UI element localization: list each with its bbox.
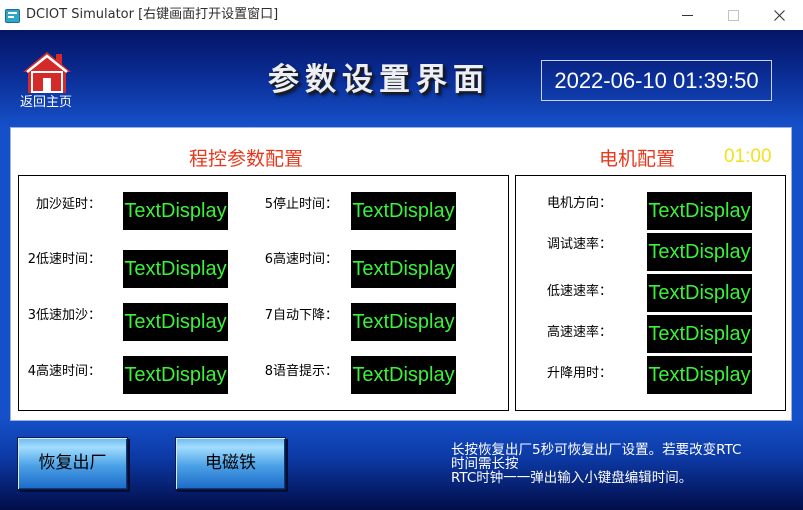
close-button[interactable]	[756, 0, 802, 30]
window-title-bar[interactable]: DCIOT Simulator [右键画面打开设置窗口]	[0, 0, 803, 30]
param-label-debug-speed: 调试速率：	[546, 237, 612, 252]
maximize-icon	[727, 9, 739, 21]
param-display-sand-add-delay[interactable]: TextDisplay	[123, 192, 228, 230]
page-title: 参数设置界面	[268, 62, 490, 98]
param-label-lift-time: 升降用时：	[546, 366, 612, 381]
help-notice-line: 长按恢复出厂5秒可恢复出厂设置。若要改变RTC	[451, 442, 742, 458]
help-notice: 长按恢复出厂5秒可恢复出厂设置。若要改变RTC 时间需长按 RTC时钟一一弹出输…	[451, 443, 791, 485]
home-label: 返回主页	[20, 95, 73, 110]
param-label-high-speed-time-2: 6高速时间：	[264, 252, 338, 267]
param-display-low-speed-rate[interactable]: TextDisplay	[647, 274, 752, 312]
motor-section-title: 电机配置	[599, 148, 676, 170]
param-display-motor-direction[interactable]: TextDisplay	[647, 192, 752, 230]
electromagnet-button[interactable]: 电磁铁	[175, 437, 286, 490]
param-display-low-speed-sand-add[interactable]: TextDisplay	[123, 303, 228, 341]
param-label-stop-time: 5停止时间：	[264, 197, 338, 212]
minimize-icon	[681, 14, 693, 16]
param-label-motor-direction: 电机方向：	[546, 196, 612, 211]
factory-reset-button[interactable]: 恢复出厂	[17, 437, 128, 490]
close-icon	[773, 9, 785, 21]
maximize-button	[710, 0, 756, 30]
param-label-high-speed-rate: 高速速率：	[546, 325, 612, 340]
help-notice-line: 时间需长按	[451, 456, 519, 472]
settings-panel: 程控参数配置 电机配置 01:00 加沙延时： TextDisplay 2低速时…	[10, 127, 792, 421]
param-label-high-speed-time: 4高速时间：	[27, 364, 101, 379]
minimize-button[interactable]	[664, 0, 710, 30]
help-notice-line: RTC时钟一一弹出输入小键盘编辑时间。	[451, 470, 693, 486]
param-display-auto-descend[interactable]: TextDisplay	[351, 303, 456, 341]
param-display-lift-time[interactable]: TextDisplay	[647, 356, 752, 394]
param-label-voice-prompt: 8语音提示：	[264, 364, 338, 379]
program-section-title: 程控参数配置	[189, 148, 304, 170]
home-icon	[22, 50, 72, 94]
window-title: DCIOT Simulator [右键画面打开设置窗口]	[26, 7, 279, 22]
countdown-timer: 01:00	[724, 146, 772, 167]
param-display-stop-time[interactable]: TextDisplay	[351, 192, 456, 230]
param-display-voice-prompt[interactable]: TextDisplay	[351, 356, 456, 394]
param-label-low-speed-sand-add: 3低速加沙：	[27, 308, 101, 323]
param-display-low-speed-time[interactable]: TextDisplay	[123, 250, 228, 288]
param-display-high-speed-time-2[interactable]: TextDisplay	[351, 250, 456, 288]
param-display-debug-speed[interactable]: TextDisplay	[647, 233, 752, 271]
home-button[interactable]: 返回主页	[18, 48, 78, 112]
param-display-high-speed-rate[interactable]: TextDisplay	[647, 315, 752, 353]
param-label-sand-add-delay: 加沙延时：	[35, 197, 101, 212]
param-label-low-speed-time: 2低速时间：	[27, 252, 101, 267]
program-params-group: 加沙延时： TextDisplay 2低速时间： TextDisplay 3低速…	[18, 175, 509, 411]
param-display-high-speed-time[interactable]: TextDisplay	[123, 356, 228, 394]
param-label-auto-descend: 7自动下降：	[264, 308, 338, 323]
param-label-low-speed-rate: 低速速率：	[546, 284, 612, 299]
motor-params-group: 电机方向： TextDisplay 调试速率： TextDisplay 低速速率…	[515, 175, 786, 411]
rtc-datetime-display[interactable]: 2022-06-10 01:39:50	[541, 60, 772, 101]
app-icon	[5, 8, 20, 23]
